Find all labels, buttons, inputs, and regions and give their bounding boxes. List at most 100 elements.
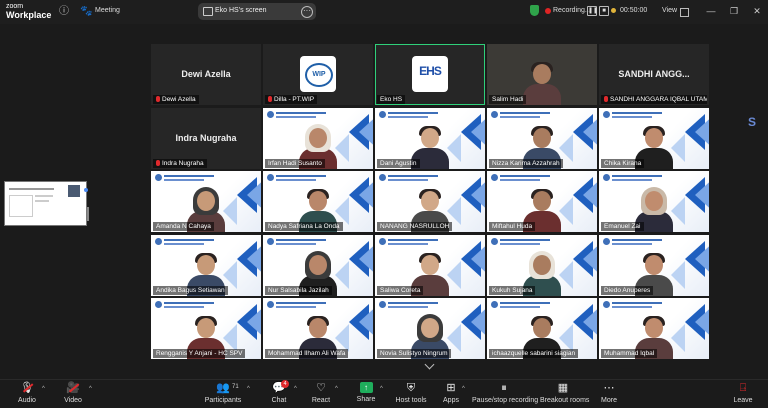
participant-tile[interactable]: Salim Hadi — [487, 44, 597, 105]
participant-name-label: Diedo Anuperes — [601, 285, 654, 295]
view-button[interactable]: View — [662, 7, 677, 14]
participant-tile[interactable]: Novia Sulistyo Ningrum — [375, 298, 485, 359]
virtual-background-shape — [671, 260, 685, 289]
participant-tile[interactable]: Amanda N Cahaya — [151, 171, 261, 232]
more-button[interactable]: ⋯ More — [596, 382, 622, 408]
participant-tile[interactable]: ichaazquelle sabarini siagian — [487, 298, 597, 359]
participant-name-label: Nizza Karima Azzahrah — [489, 158, 563, 168]
pause-stop-recording-button[interactable]: ⏸ Pause/stop recording — [472, 382, 538, 408]
stop-recording-icon[interactable]: ■ — [599, 6, 609, 16]
screen-share-pill[interactable]: Eko HS's screen ··· — [198, 3, 316, 20]
participant-tile[interactable]: SANDHI ANGG... SANDHI ANGGARA IQBAL UTAMA… — [599, 44, 709, 105]
video-button[interactable]: 🎥 Video — [60, 382, 86, 408]
apps-caret-icon[interactable]: ^ — [462, 386, 465, 392]
participant-name: Dani Agustin — [380, 159, 417, 167]
video-caret-icon[interactable]: ^ — [89, 386, 92, 392]
participant-tile[interactable]: Nur Salsabila Jazilah — [263, 234, 373, 296]
restore-icon[interactable]: ❐ — [727, 4, 741, 18]
pause-stop-icon: ⏸ — [501, 382, 507, 394]
host-tools-button[interactable]: ⛨ Host tools — [394, 382, 428, 408]
participant-tile[interactable]: Kukuh Sujana — [487, 234, 597, 296]
chevron-down-icon[interactable] — [424, 359, 435, 370]
more-options-icon[interactable]: ··· — [301, 6, 313, 18]
breakout-grid-icon: ▦ — [557, 382, 569, 394]
participant-tile[interactable]: Diedo Anuperes — [599, 234, 709, 296]
participant-tile[interactable]: WIP Dilla - PT.WIP — [263, 44, 373, 105]
chat-badge: 4 — [281, 380, 289, 388]
thumb-line — [9, 188, 54, 190]
participant-name-label: Nur Salsabila Jazilah — [265, 285, 332, 295]
share-button[interactable]: ↑ Share — [353, 382, 379, 408]
leave-button[interactable]: ⍈ Leave — [730, 382, 756, 408]
participants-button[interactable]: 👥 71 Participants — [204, 382, 242, 408]
share-caret-icon[interactable]: ^ — [380, 386, 383, 392]
participant-tile[interactable]: Dani Agustin — [375, 107, 485, 169]
minimize-icon[interactable]: — — [704, 4, 718, 18]
participant-tile[interactable]: Irfan Hadi Susanto — [263, 107, 373, 169]
virtual-background-shape — [335, 324, 349, 352]
participant-tile[interactable]: Chika Kirana — [599, 107, 709, 169]
view-grid-icon[interactable] — [680, 8, 689, 17]
participant-tile[interactable]: Dewi Azella Dewi Azella — [151, 44, 261, 105]
banner-mark — [612, 306, 652, 308]
banner-mark — [276, 179, 316, 181]
virtual-background-banner — [491, 301, 553, 310]
banner-mark — [500, 175, 550, 177]
chat-button[interactable]: 💬 4 Chat — [266, 380, 292, 408]
mic-muted-icon — [156, 159, 160, 166]
participant-name-label: Rengganis Y Anjani - HC SPV — [153, 349, 246, 358]
participants-caret-icon[interactable]: ^ — [247, 386, 250, 392]
participant-name: Kukuh Sujana — [492, 286, 533, 294]
participant-name: Emanuel Zai — [604, 223, 641, 230]
person-head — [533, 191, 551, 211]
banner-mark — [491, 174, 498, 181]
chat-caret-icon[interactable]: ^ — [294, 386, 297, 392]
participant-name: Eko HS — [380, 96, 403, 103]
participant-tile[interactable]: Muhammad Iqbal — [599, 298, 709, 359]
banner-mark — [500, 242, 540, 245]
paw-icon[interactable]: 🐾 — [80, 6, 92, 18]
audio-button[interactable]: 🎙 Audio — [14, 382, 40, 408]
participant-tile[interactable]: NANANG NASRULLOH — [375, 171, 485, 232]
audio-caret-icon[interactable]: ^ — [42, 386, 45, 392]
participant-tile[interactable]: Emanuel Zai — [599, 171, 709, 232]
participant-name-label: Emanuel Zai — [601, 222, 644, 231]
shared-screen-thumbnail[interactable] — [4, 181, 88, 226]
participant-tile[interactable]: Indra Nugraha Indra Nugraha — [151, 107, 261, 169]
shield-icon: ⛨ — [406, 382, 416, 394]
person-head — [421, 127, 439, 148]
security-shield-icon[interactable] — [530, 5, 539, 16]
banner-mark — [164, 306, 204, 308]
meeting-label: Meeting — [95, 7, 120, 14]
side-panel-icon[interactable]: S — [746, 115, 758, 129]
apps-button[interactable]: ⊞ Apps — [440, 382, 462, 408]
person-head — [309, 127, 327, 148]
participant-tile[interactable]: Saliwa Coreta — [375, 234, 485, 296]
virtual-background-banner — [155, 301, 217, 310]
banner-mark — [500, 238, 550, 241]
participant-tile[interactable]: Mohammad Ilham Ali Wafa — [263, 298, 373, 359]
virtual-background-banner — [267, 110, 329, 120]
participant-name-label: Salim Hadi — [489, 95, 527, 104]
breakout-rooms-button[interactable]: ▦ Breakout rooms — [540, 382, 589, 408]
pause-recording-icon[interactable]: ❚❚ — [587, 6, 598, 16]
banner-mark — [491, 110, 498, 118]
participant-tile[interactable]: Rengganis Y Anjani - HC SPV — [151, 298, 261, 359]
thumbnail-resize-handle[interactable] — [87, 207, 89, 221]
participant-tile[interactable]: EHS Eko HS — [375, 44, 485, 105]
participant-tile[interactable]: Andika Bagus Setiawan — [151, 234, 261, 296]
person-head — [421, 318, 439, 338]
participant-name: Amanda N Cahaya — [156, 223, 211, 230]
participant-name-label: SANDHI ANGGARA IQBAL UTAMA... — [601, 95, 707, 104]
participant-tile[interactable]: Miftahul Huda — [487, 171, 597, 232]
react-caret-icon[interactable]: ^ — [335, 386, 338, 392]
participant-tile[interactable]: Nadya Safriana La Onda — [263, 171, 373, 232]
close-icon[interactable]: ✕ — [750, 4, 764, 18]
leave-door-icon: ⍈ — [739, 382, 747, 394]
app-logo: zoom Workplace — [6, 3, 51, 20]
info-icon[interactable]: ⓘ — [58, 6, 70, 18]
virtual-background-shape — [671, 133, 685, 162]
participant-display-name: Indra Nugraha — [175, 132, 237, 143]
react-button[interactable]: ♡ React — [308, 382, 334, 408]
participant-tile[interactable]: Nizza Karima Azzahrah — [487, 107, 597, 169]
